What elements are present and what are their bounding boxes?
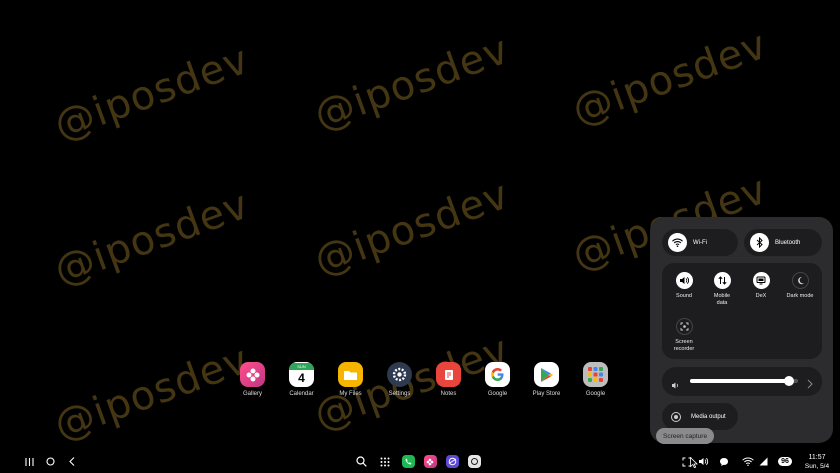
tile-label: Mobile data bbox=[713, 293, 731, 306]
search-icon bbox=[355, 456, 367, 467]
calendar-icon: SUN 4 bbox=[289, 362, 314, 387]
app-label: Google bbox=[487, 391, 508, 397]
app-label: Play Store bbox=[532, 391, 561, 397]
battery-badge: 96 bbox=[778, 457, 792, 466]
folder-icon bbox=[338, 362, 363, 387]
brightness-icon bbox=[671, 377, 680, 395]
media-output-label: Media output bbox=[691, 413, 726, 420]
mobile-data-icon bbox=[713, 272, 731, 289]
media-output-button[interactable]: Media output bbox=[662, 403, 738, 430]
screen-capture-tooltip: Screen capture bbox=[656, 428, 715, 444]
gear-icon bbox=[387, 362, 412, 387]
tile-sound[interactable]: Sound bbox=[666, 272, 702, 300]
notifications-button[interactable] bbox=[717, 450, 731, 473]
taskbar-app-gallery[interactable] bbox=[423, 450, 437, 473]
tile-label: Screen recorder bbox=[673, 339, 695, 352]
taskbar-app-internet[interactable] bbox=[445, 450, 459, 473]
app-settings[interactable]: Settings bbox=[375, 362, 424, 397]
media-output-icon bbox=[671, 411, 681, 422]
home-button[interactable] bbox=[43, 450, 57, 473]
app-folder-icon bbox=[583, 362, 608, 387]
app-notes[interactable]: Notes bbox=[424, 362, 473, 397]
recents-button[interactable] bbox=[22, 450, 36, 473]
gallery-icon bbox=[240, 362, 265, 387]
mouse-cursor-icon bbox=[690, 455, 698, 473]
screen-recorder-icon bbox=[675, 318, 693, 335]
app-dock: Gallery SUN 4 Calendar My Files Settings… bbox=[228, 362, 620, 397]
chat-bubble-icon bbox=[720, 457, 728, 466]
calendar-day: 4 bbox=[298, 371, 305, 385]
dex-icon bbox=[752, 272, 770, 289]
app-label: Gallery bbox=[242, 391, 262, 397]
app-label: Calendar bbox=[289, 391, 314, 397]
apps-grid-icon bbox=[380, 457, 390, 466]
back-button[interactable] bbox=[65, 450, 79, 473]
app-my-files[interactable]: My Files bbox=[326, 362, 375, 397]
wifi-status[interactable] bbox=[741, 450, 755, 473]
back-icon bbox=[69, 457, 75, 466]
tile-screen-recorder[interactable]: Screen recorder bbox=[666, 318, 702, 352]
app-gallery[interactable]: Gallery bbox=[228, 362, 277, 397]
volume-icon bbox=[675, 272, 693, 289]
bluetooth-toggle[interactable]: Bluetooth bbox=[744, 229, 822, 256]
internet-icon bbox=[445, 455, 459, 468]
watermark: @iposdev bbox=[48, 336, 256, 450]
recents-icon bbox=[24, 457, 34, 466]
gallery-icon bbox=[423, 455, 437, 468]
search-button[interactable] bbox=[354, 450, 368, 473]
app-label: My Files bbox=[339, 391, 362, 397]
camera-icon bbox=[467, 455, 481, 468]
watermark: @iposdev bbox=[48, 181, 256, 295]
volume-icon bbox=[698, 457, 708, 466]
watermark: @iposdev bbox=[308, 171, 516, 285]
bluetooth-icon bbox=[750, 233, 769, 252]
watermark: @iposdev bbox=[48, 36, 256, 150]
app-google[interactable]: Google bbox=[473, 362, 522, 397]
brightness-track[interactable] bbox=[690, 376, 798, 386]
signal-icon bbox=[759, 457, 767, 466]
app-label: Settings bbox=[388, 391, 411, 397]
app-play-store[interactable]: Play Store bbox=[522, 362, 571, 397]
phone-icon bbox=[401, 455, 415, 468]
apps-button[interactable] bbox=[378, 450, 392, 473]
app-google-folder[interactable]: Google bbox=[571, 362, 620, 397]
app-label: Google bbox=[585, 391, 606, 397]
chevron-right-icon[interactable] bbox=[807, 376, 813, 394]
wifi-icon bbox=[668, 233, 687, 252]
brightness-bar bbox=[662, 367, 822, 396]
app-label: Notes bbox=[440, 391, 457, 397]
taskbar-app-camera[interactable] bbox=[467, 450, 481, 473]
wifi-icon bbox=[742, 457, 754, 466]
wifi-toggle[interactable]: Wi-Fi bbox=[662, 229, 738, 256]
brightness-fill bbox=[690, 379, 790, 383]
watermark: @iposdev bbox=[308, 26, 516, 140]
battery-status: 96 bbox=[775, 450, 795, 473]
wifi-label: Wi-Fi bbox=[693, 239, 707, 246]
brightness-thumb[interactable] bbox=[784, 376, 795, 386]
tile-label: DeX bbox=[755, 293, 767, 299]
tile-dex[interactable]: DeX bbox=[743, 272, 779, 300]
tile-mobile-data[interactable]: Mobile data bbox=[704, 272, 740, 306]
google-icon bbox=[485, 362, 510, 387]
home-icon bbox=[45, 457, 55, 466]
tile-label: Dark mode bbox=[786, 293, 814, 299]
taskbar-app-phone[interactable] bbox=[401, 450, 415, 473]
clock[interactable]: 11:57 Sun, 5/4 bbox=[800, 450, 834, 473]
tile-dark-mode[interactable]: Dark mode bbox=[782, 272, 818, 300]
watermark: @iposdev bbox=[566, 21, 774, 135]
signal-status bbox=[757, 450, 769, 473]
clock-time: 11:57 bbox=[808, 453, 826, 461]
app-calendar[interactable]: SUN 4 Calendar bbox=[277, 362, 326, 397]
notes-icon bbox=[436, 362, 461, 387]
volume-button[interactable] bbox=[696, 450, 710, 473]
calendar-month: SUN bbox=[289, 363, 314, 370]
moon-icon bbox=[791, 272, 809, 289]
play-store-icon bbox=[534, 362, 559, 387]
tile-label: Sound bbox=[676, 293, 692, 299]
bluetooth-label: Bluetooth bbox=[775, 239, 801, 246]
taskbar: 96 11:57 Sun, 5/4 bbox=[0, 450, 840, 473]
clock-date: Sun, 5/4 bbox=[804, 462, 830, 470]
